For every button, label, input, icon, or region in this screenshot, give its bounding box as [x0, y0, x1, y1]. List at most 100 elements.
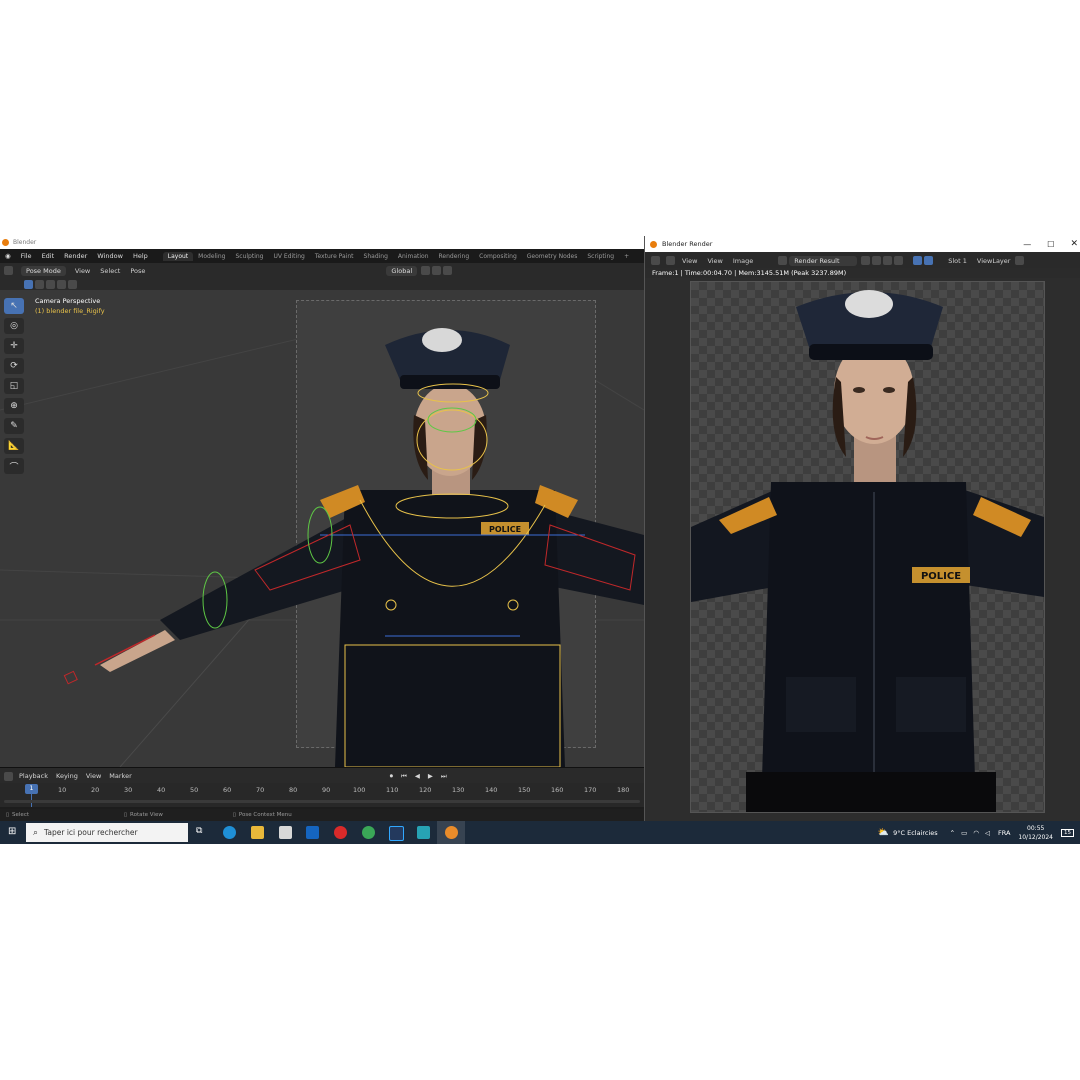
tab-modeling[interactable]: Modeling: [193, 252, 230, 261]
render-image-area[interactable]: POLICE: [645, 278, 1080, 821]
windows-start-icon[interactable]: ⊞: [8, 826, 20, 838]
select-tool-icon[interactable]: ↖: [4, 298, 24, 314]
maximize-icon[interactable]: ☐: [1039, 240, 1062, 249]
move-tool-icon[interactable]: ✛: [4, 338, 24, 354]
menu-edit[interactable]: Edit: [37, 252, 60, 260]
fake-user-icon[interactable]: [861, 256, 871, 265]
tab-sculpting[interactable]: Sculpting: [230, 252, 268, 261]
photoshop-icon[interactable]: [389, 826, 404, 841]
wifi-icon[interactable]: ◠: [973, 829, 979, 837]
menu-window[interactable]: Window: [92, 252, 128, 260]
orientation-dropdown[interactable]: Global: [386, 265, 418, 276]
jump-end-icon[interactable]: ⏭: [437, 772, 451, 781]
header-menu-view[interactable]: View: [70, 267, 95, 275]
image-view-icon[interactable]: [666, 256, 675, 265]
sample-tool-icon[interactable]: [913, 256, 923, 265]
tab-geometry-nodes[interactable]: Geometry Nodes: [522, 252, 583, 261]
edge-browser-icon[interactable]: [223, 826, 236, 839]
timeline-tick: 10: [58, 786, 67, 794]
maya-icon[interactable]: [417, 826, 430, 839]
record-button-icon[interactable]: ⏺: [386, 772, 397, 781]
image-menu-image[interactable]: Image: [728, 257, 758, 265]
display-channels-icon[interactable]: [924, 256, 934, 265]
tab-animation[interactable]: Animation: [393, 252, 434, 261]
annotate-tool-icon[interactable]: ✎: [4, 418, 24, 434]
cursor-tool-icon[interactable]: ◎: [4, 318, 24, 334]
clock[interactable]: 00:55 10/12/2024: [1018, 824, 1053, 842]
open-image-icon[interactable]: [883, 256, 893, 265]
image-browse-icon[interactable]: [778, 256, 788, 265]
mode-dropdown[interactable]: Pose Mode: [21, 265, 66, 276]
rigged-character[interactable]: POLICE: [0, 290, 644, 767]
menu-render[interactable]: Render: [59, 252, 92, 260]
render-pass-icon[interactable]: [1015, 256, 1025, 265]
editor-type-icon[interactable]: [4, 266, 13, 275]
current-frame-indicator[interactable]: 1: [25, 784, 38, 794]
file-explorer-icon[interactable]: [251, 826, 264, 839]
select-subtract-icon[interactable]: [46, 279, 55, 289]
render-result-image[interactable]: POLICE: [690, 281, 1045, 813]
menu-help[interactable]: Help: [128, 252, 153, 260]
timeline-menu-marker[interactable]: Marker: [105, 772, 135, 780]
tab-layout[interactable]: Layout: [162, 251, 194, 261]
language-indicator[interactable]: FRA: [998, 829, 1010, 837]
image-menu-view-1[interactable]: View: [677, 257, 702, 265]
tab-compositing[interactable]: Compositing: [474, 252, 522, 261]
store-icon[interactable]: [279, 826, 292, 839]
tab-shading[interactable]: Shading: [359, 252, 393, 261]
tab-rendering[interactable]: Rendering: [434, 252, 475, 261]
header-menu-pose[interactable]: Pose: [125, 267, 150, 275]
select-box-icon[interactable]: [24, 279, 33, 289]
new-image-icon[interactable]: [872, 256, 882, 265]
play-icon[interactable]: ▶: [424, 772, 437, 780]
rendered-character: POLICE: [691, 290, 1044, 812]
transform-tool-icon[interactable]: ⊕: [4, 398, 24, 414]
slot-dropdown[interactable]: Slot 1: [943, 257, 972, 265]
timeline-menu-keying[interactable]: Keying: [52, 772, 82, 780]
image-menu-view-2[interactable]: View: [702, 257, 727, 265]
close-icon[interactable]: ✕: [1062, 239, 1080, 249]
timeline-tick: 60: [223, 786, 232, 794]
select-intersect-icon[interactable]: [68, 279, 77, 289]
jump-start-icon[interactable]: ⏮: [397, 772, 411, 781]
view-layer-dropdown[interactable]: ViewLayer: [972, 257, 1016, 265]
rotate-tool-icon[interactable]: ⟳: [4, 358, 24, 374]
timeline-menu-playback[interactable]: Playback: [15, 772, 52, 780]
scale-tool-icon[interactable]: ◱: [4, 378, 24, 394]
select-invert-icon[interactable]: [57, 279, 66, 289]
header-menu-select[interactable]: Select: [95, 267, 125, 275]
timeline-scrollbar[interactable]: [4, 800, 640, 803]
proportional-icon[interactable]: [443, 266, 453, 275]
tab-scripting[interactable]: Scripting: [582, 252, 619, 261]
pivot-icon[interactable]: [421, 266, 431, 275]
network-icon[interactable]: ▭: [961, 829, 967, 837]
play-reverse-icon[interactable]: ◀: [411, 772, 424, 780]
snap-icon[interactable]: [432, 266, 442, 275]
timeline-menu-view[interactable]: View: [82, 772, 105, 780]
timeline-ruler[interactable]: 1 10 20 30 40 50 60 70 80 90 100 110 120…: [0, 783, 644, 807]
show-hidden-icons-icon[interactable]: ⌃: [950, 829, 955, 837]
unlink-image-icon[interactable]: [894, 256, 904, 265]
weather-icon[interactable]: ⛅: [878, 828, 889, 838]
timeline-editor-icon[interactable]: [4, 771, 13, 781]
task-view-icon[interactable]: ⧉: [196, 826, 209, 839]
notification-badge[interactable]: 15: [1061, 828, 1074, 837]
opera-icon[interactable]: [334, 826, 347, 839]
outlook-icon[interactable]: [306, 826, 319, 839]
add-workspace-button[interactable]: +: [619, 252, 634, 261]
render-result-field[interactable]: Render Result: [789, 255, 858, 266]
chrome-icon[interactable]: [362, 826, 375, 839]
minimize-icon[interactable]: —: [1015, 240, 1039, 249]
measure-tool-icon[interactable]: 📐: [4, 438, 24, 454]
image-editor-type-icon[interactable]: [651, 256, 660, 265]
blender-menu-icon[interactable]: ◉: [0, 252, 16, 260]
tab-texture-paint[interactable]: Texture Paint: [310, 252, 359, 261]
3d-viewport[interactable]: POLICE Camera Perspective (1) blender fi…: [0, 290, 644, 767]
tab-uv-editing[interactable]: UV Editing: [269, 252, 310, 261]
taskbar-search-input[interactable]: ⌕ Taper ici pour rechercher: [26, 823, 188, 842]
select-extend-icon[interactable]: [35, 279, 44, 289]
volume-icon[interactable]: ◁: [985, 829, 990, 837]
relax-tool-icon[interactable]: ⌒: [4, 458, 24, 474]
menu-file[interactable]: File: [16, 252, 37, 260]
weather-text[interactable]: 9°C Eclaircies: [893, 829, 938, 837]
